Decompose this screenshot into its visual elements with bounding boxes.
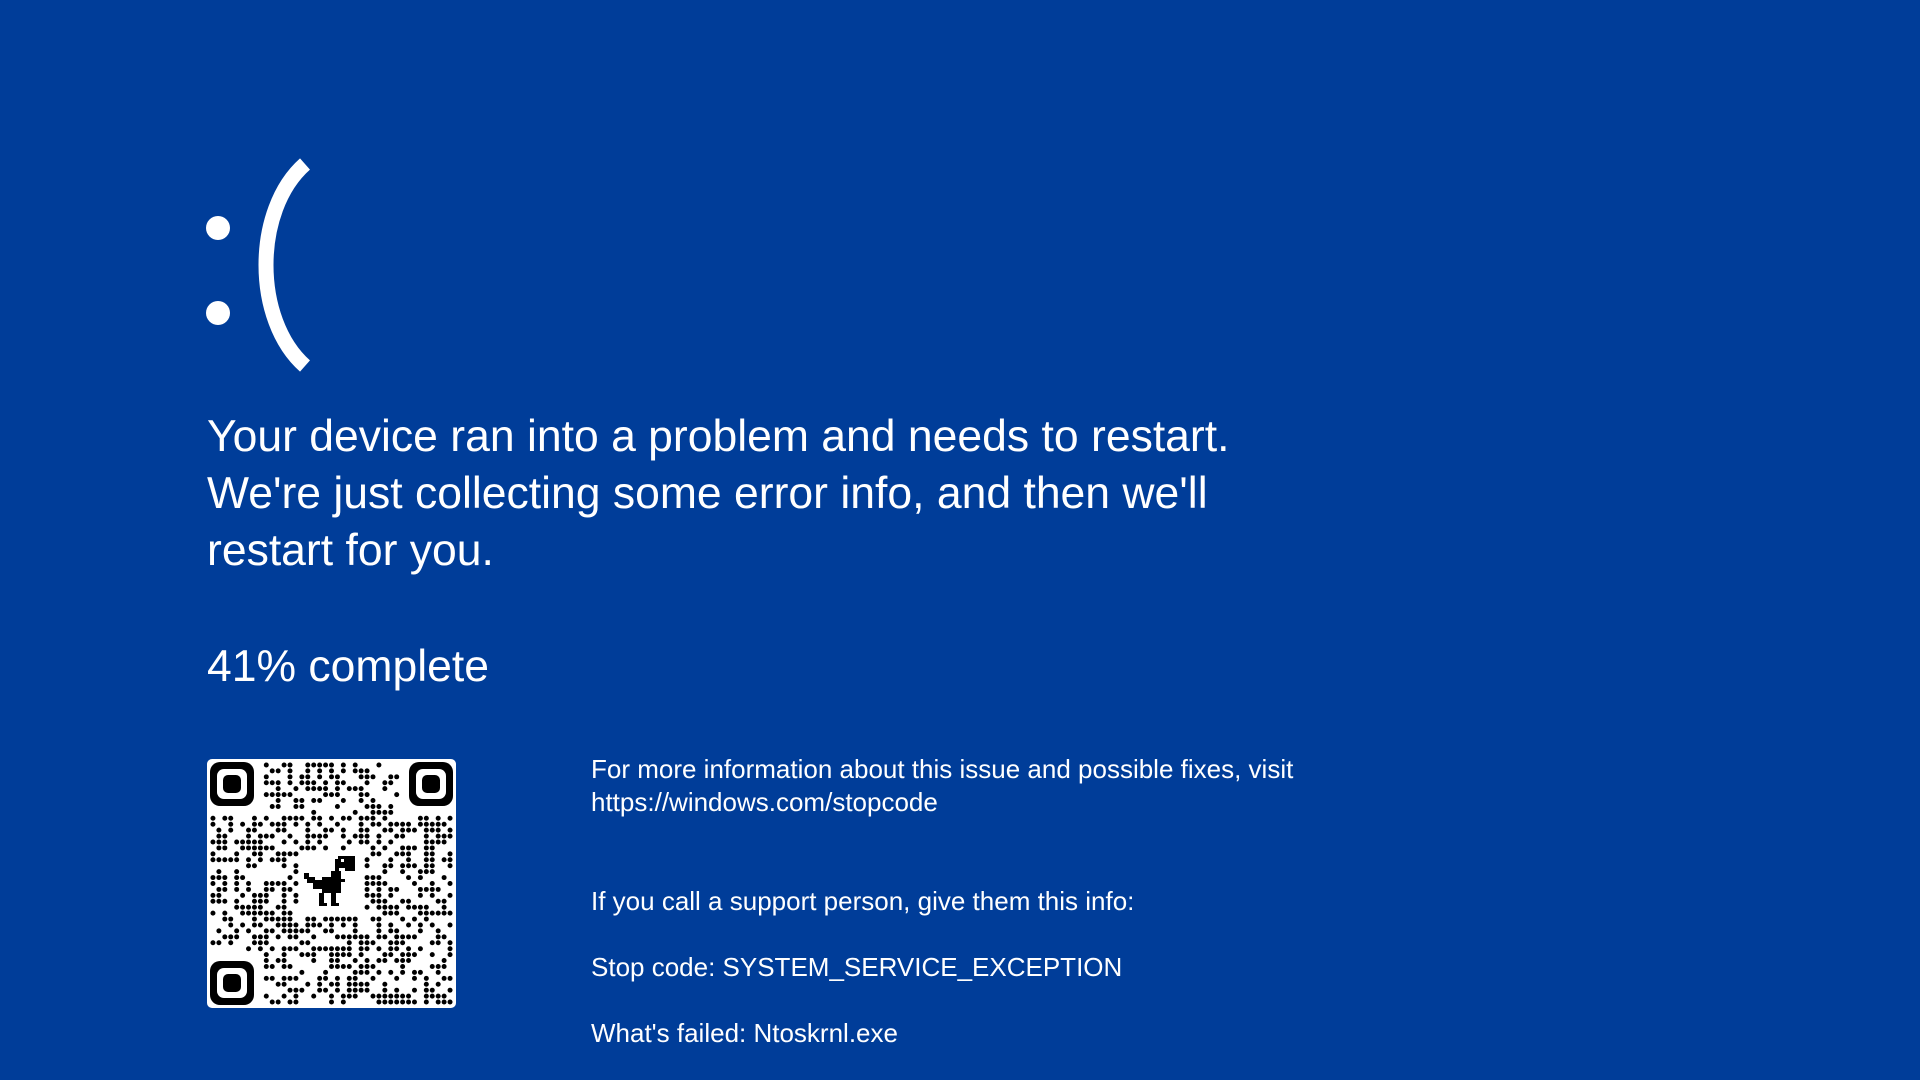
error-message-line-2: We're just collecting some error info, a… [207,469,1208,518]
failed-module: What's failed: Ntoskrnl.exe [591,1018,898,1048]
error-message-line-3: restart for you. [207,526,494,575]
qr-finder-top-right [409,762,453,806]
qr-finder-bottom-left [210,961,254,1005]
support-info-line: If you call a support person, give them … [591,886,1135,916]
qr-finder-top-left [210,762,254,806]
stop-code: Stop code: SYSTEM_SERVICE_EXCEPTION [591,952,1123,982]
sad-face-icon [206,158,311,372]
more-info: For more information about this issue an… [591,753,1491,819]
info-block: For more information about this issue an… [591,753,1491,1050]
error-message: Your device ran into a problem and needs… [207,408,1387,579]
qr-code-icon [210,762,453,1005]
error-message-line-1: Your device ran into a problem and needs… [207,412,1230,461]
stopcode-link: https://windows.com/stopcode [591,787,938,817]
dinosaur-icon [302,854,362,914]
progress-text: 41% complete [207,642,489,691]
qr-code [207,759,456,1008]
bsod-screen: Your device ran into a problem and needs… [0,0,1920,1080]
more-info-line: For more information about this issue an… [591,754,1294,784]
